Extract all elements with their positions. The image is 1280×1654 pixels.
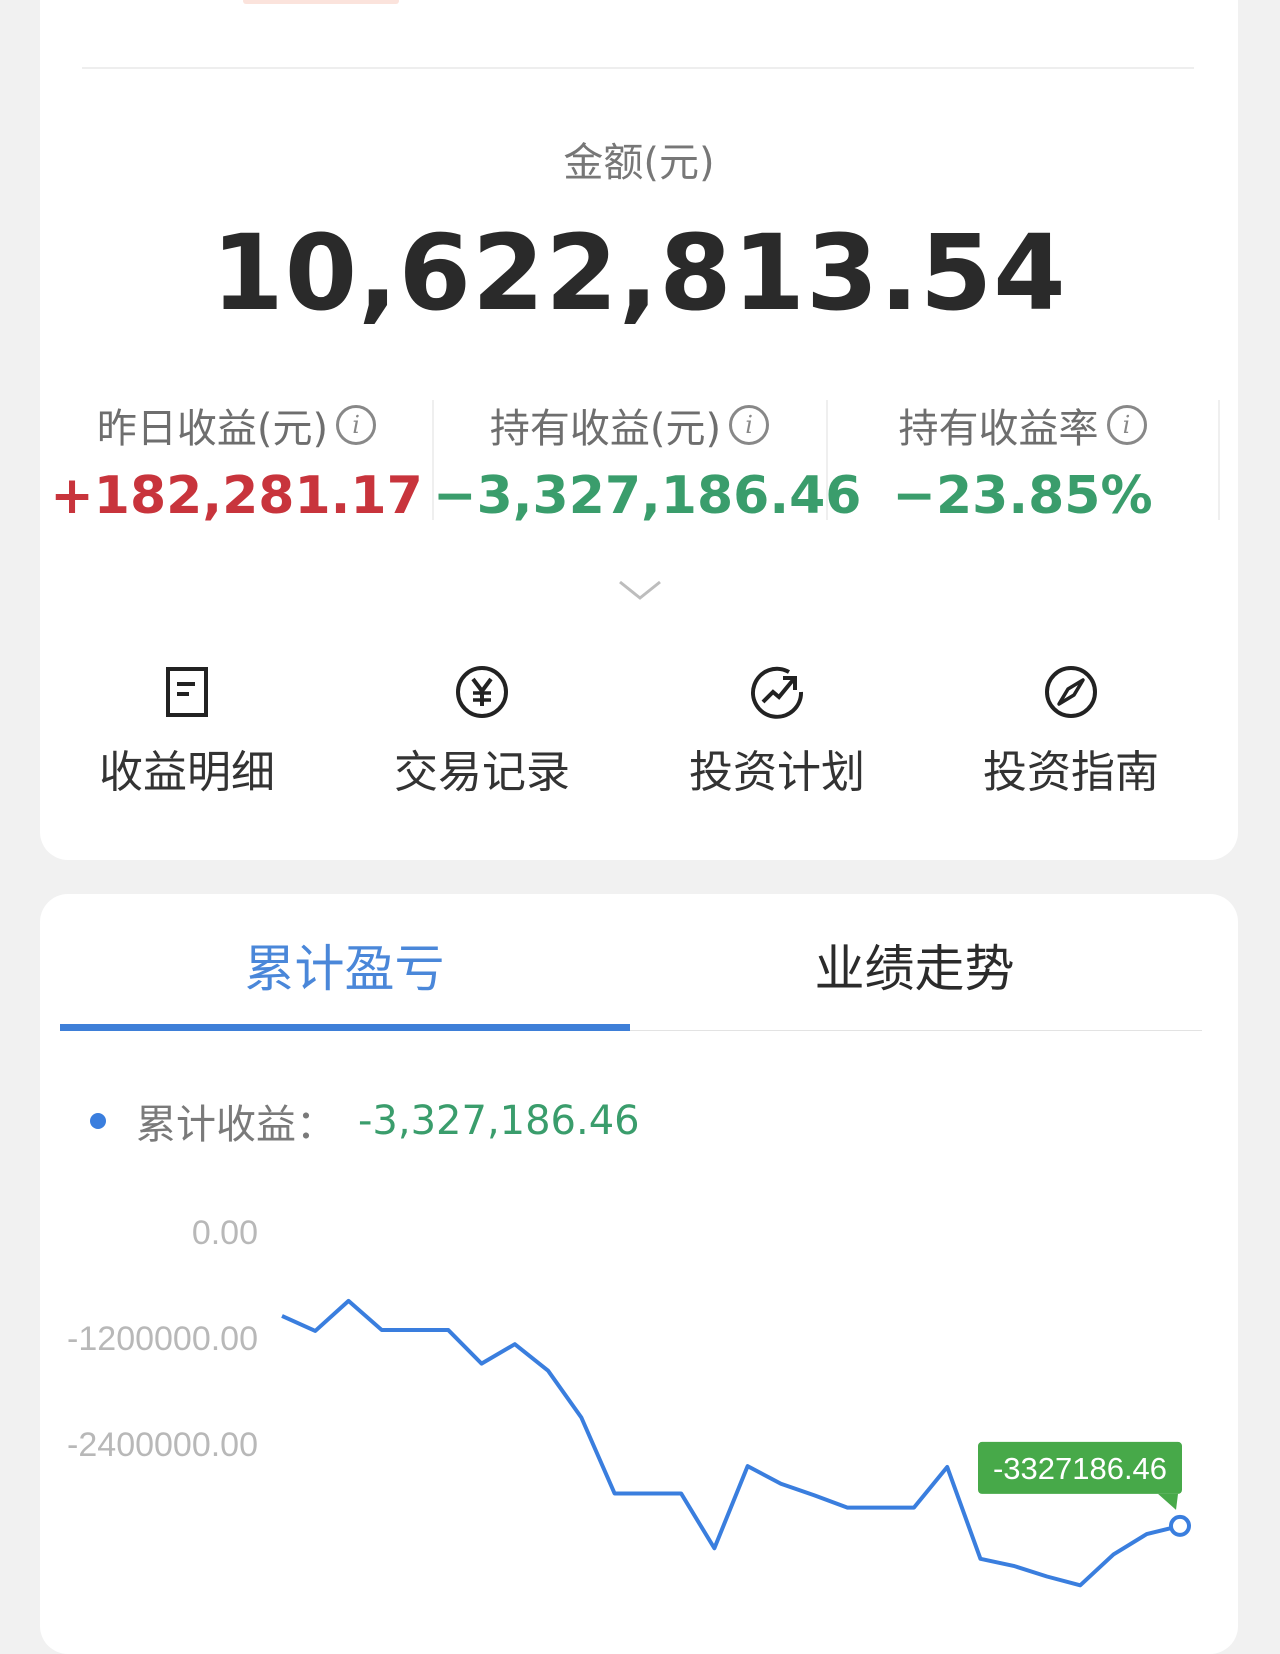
metric-separator: [1218, 400, 1220, 520]
action-label: 收益明细: [99, 747, 275, 798]
action-income-detail[interactable]: 收益明细: [40, 662, 334, 800]
compass-icon: [1045, 666, 1097, 718]
metric-label: 持有收益率: [898, 406, 1099, 452]
action-label: 交易记录: [394, 747, 570, 798]
info-icon[interactable]: i: [1106, 405, 1147, 445]
action-label: 投资指南: [983, 747, 1159, 798]
divider: [82, 67, 1194, 69]
last-point-marker[interactable]: [1169, 1514, 1191, 1537]
amount-label: 金额(元): [563, 140, 715, 186]
cumulative-pnl-line-chart[interactable]: 0.00 -1200000.00 -2400000.00 -3327186.46: [40, 894, 1238, 1654]
chevron-down-icon[interactable]: [618, 578, 662, 602]
y-tick-label: -1200000.00: [67, 1320, 258, 1358]
header-link-fragment[interactable]: 详情: [1090, 0, 1170, 2]
amount-value: 10,622,813.54: [211, 212, 1067, 334]
metric-yesterday-income: 昨日收益(元) i +182,281.17: [40, 400, 433, 526]
metric-value: −3,327,186.46: [433, 466, 862, 526]
trend-circle-icon: [751, 666, 804, 719]
action-label: 投资计划: [689, 747, 865, 798]
info-icon[interactable]: i: [729, 405, 770, 445]
value-tooltip: -3327186.46: [978, 1441, 1182, 1510]
profit-chart-card: 累计盈亏 业绩走势 累计收益： -3,327,186.46 0.00 -12000…: [40, 894, 1238, 1654]
metric-holding-rate: 持有收益率 i −23.85%: [826, 400, 1219, 526]
action-trade-records[interactable]: 交易记录: [335, 662, 629, 800]
yen-circle-icon: [456, 666, 508, 718]
asset-summary-card: 详情 金额(元) 10,622,813.54 昨日收益(元) i +182,28…: [40, 0, 1238, 860]
tooltip-value: -3327186.46: [993, 1451, 1167, 1486]
action-investment-guide[interactable]: 投资指南: [924, 662, 1218, 800]
metric-value: +182,281.17: [50, 466, 423, 526]
y-tick-label: 0.00: [192, 1214, 258, 1252]
metric-label: 昨日收益(元): [96, 406, 329, 452]
document-icon: [166, 667, 208, 717]
info-icon[interactable]: i: [336, 405, 377, 445]
y-tick-label: -2400000.00: [67, 1426, 258, 1464]
action-investment-plan[interactable]: 投资计划: [630, 662, 924, 800]
metric-label: 持有收益(元): [489, 406, 722, 452]
metric-holding-income: 持有收益(元) i −3,327,186.46: [433, 400, 862, 526]
tag-badge-fragment: [243, 0, 399, 4]
metric-value: −23.85%: [892, 466, 1153, 526]
